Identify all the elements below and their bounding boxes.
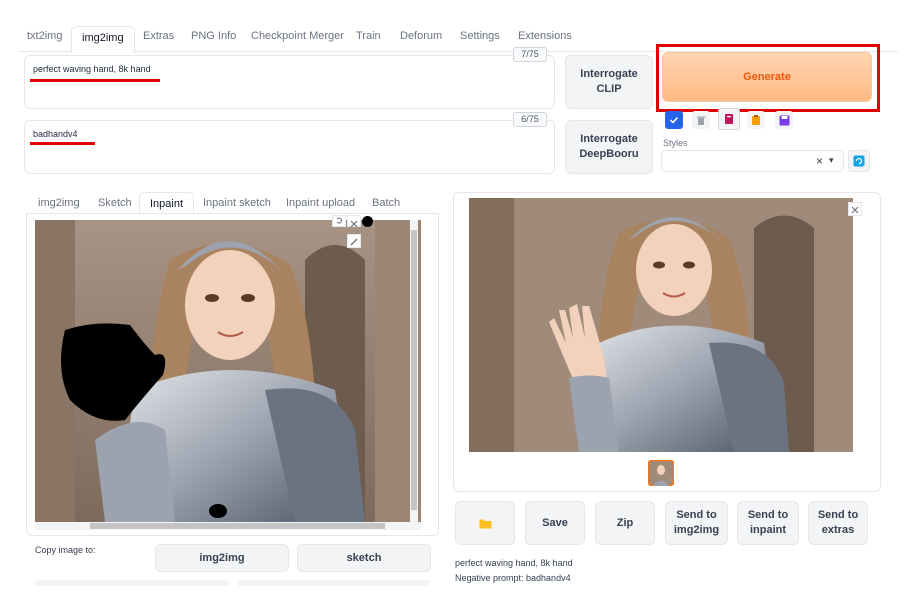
interrogate-clip-line1: Interrogate: [580, 68, 638, 80]
prompt-text: perfect waving hand, 8k hand: [33, 64, 151, 74]
undo-icon[interactable]: [332, 215, 346, 227]
partial-button-right[interactable]: [237, 580, 431, 586]
send-to-inpaint-line2: inpaint: [749, 524, 787, 536]
horizontal-scrollbar[interactable]: [35, 522, 421, 530]
tab-checkpoint-merger[interactable]: Checkpoint Merger: [251, 30, 344, 42]
copy-to-sketch-button[interactable]: sketch: [297, 544, 431, 572]
clipboard-icon[interactable]: [747, 111, 765, 129]
folder-icon: [479, 519, 491, 528]
styles-dropdown[interactable]: × ▾: [661, 150, 844, 172]
send-to-inpaint-button[interactable]: Send to inpaint: [737, 501, 799, 545]
tab-train[interactable]: Train: [356, 30, 381, 42]
tab-extensions[interactable]: Extensions: [518, 30, 572, 42]
interrogate-deepbooru-line2: DeepBooru: [579, 148, 639, 160]
brush-color-icon[interactable]: [362, 216, 373, 227]
send-to-img2img-button[interactable]: Send to img2img: [665, 501, 728, 545]
output-negative-info: Negative prompt: badhandv4: [455, 573, 571, 583]
tab-inpaint[interactable]: Inpaint: [139, 192, 195, 214]
checkbox-icon[interactable]: [665, 111, 683, 129]
tab-sketch[interactable]: Sketch: [98, 197, 132, 209]
close-icon[interactable]: [347, 215, 361, 228]
prompt-red-underline: [30, 79, 160, 82]
styles-clear-icon[interactable]: ×: [816, 154, 823, 168]
interrogate-clip-line2: CLIP: [596, 83, 622, 95]
tab-sub-img2img[interactable]: img2img: [38, 197, 80, 209]
tab-extras[interactable]: Extras: [143, 30, 174, 42]
zip-button[interactable]: Zip: [595, 501, 655, 545]
generate-button[interactable]: Generate: [662, 52, 872, 102]
send-to-inpaint-line1: Send to: [747, 509, 789, 521]
tab-txt2img[interactable]: txt2img: [27, 30, 62, 42]
styles-label: Styles: [663, 138, 688, 148]
send-to-img2img-line2: img2img: [673, 524, 720, 536]
output-image[interactable]: [469, 198, 853, 452]
trash-icon[interactable]: [692, 111, 710, 129]
negative-prompt-textarea[interactable]: badhandv4: [24, 120, 555, 174]
tab-settings[interactable]: Settings: [460, 30, 500, 42]
send-to-extras-button[interactable]: Send to extras: [808, 501, 868, 545]
tab-png-info[interactable]: PNG Info: [191, 30, 236, 42]
output-prompt-info: perfect waving hand, 8k hand: [455, 558, 573, 568]
inpaint-image[interactable]: [35, 220, 421, 522]
interrogate-deepbooru-line1: Interrogate: [580, 133, 638, 145]
prompt-token-counter: 7/75: [513, 47, 547, 62]
zip-button-label: Zip: [616, 516, 634, 529]
partial-button-left[interactable]: [35, 580, 229, 586]
refresh-icon[interactable]: [848, 150, 870, 172]
save-button[interactable]: Save: [525, 501, 585, 545]
brush-icon[interactable]: [347, 234, 361, 248]
send-to-extras-line1: Send to: [817, 509, 859, 521]
copy-image-to-label: Copy image to:: [35, 545, 96, 555]
tab-img2img[interactable]: img2img: [71, 26, 135, 53]
save-icon[interactable]: [775, 111, 793, 129]
negative-prompt-text: badhandv4: [33, 129, 78, 139]
interrogate-deepbooru-button[interactable]: Interrogate DeepBooru: [565, 120, 653, 174]
send-to-extras-line2: extras: [821, 524, 855, 536]
interrogate-clip-button[interactable]: Interrogate CLIP: [565, 55, 653, 109]
tab-batch[interactable]: Batch: [372, 197, 400, 209]
open-folder-button[interactable]: [455, 501, 515, 545]
book-icon[interactable]: [718, 108, 740, 130]
output-thumbnail[interactable]: [648, 460, 674, 486]
prompt-textarea[interactable]: perfect waving hand, 8k hand: [24, 55, 555, 109]
tab-inpaint-sketch[interactable]: Inpaint sketch: [203, 197, 271, 209]
tab-deforum[interactable]: Deforum: [400, 30, 442, 42]
close-output-icon[interactable]: [848, 202, 862, 216]
styles-caret-icon[interactable]: ▾: [829, 155, 834, 166]
tab-inpaint-upload[interactable]: Inpaint upload: [286, 197, 355, 209]
send-to-img2img-line1: Send to: [676, 509, 717, 521]
copy-to-img2img-button[interactable]: img2img: [155, 544, 289, 572]
negative-red-underline: [30, 142, 95, 145]
save-button-label: Save: [542, 516, 568, 529]
negative-token-counter: 6/75: [513, 112, 547, 127]
scrollbar-thumb[interactable]: [90, 523, 385, 529]
